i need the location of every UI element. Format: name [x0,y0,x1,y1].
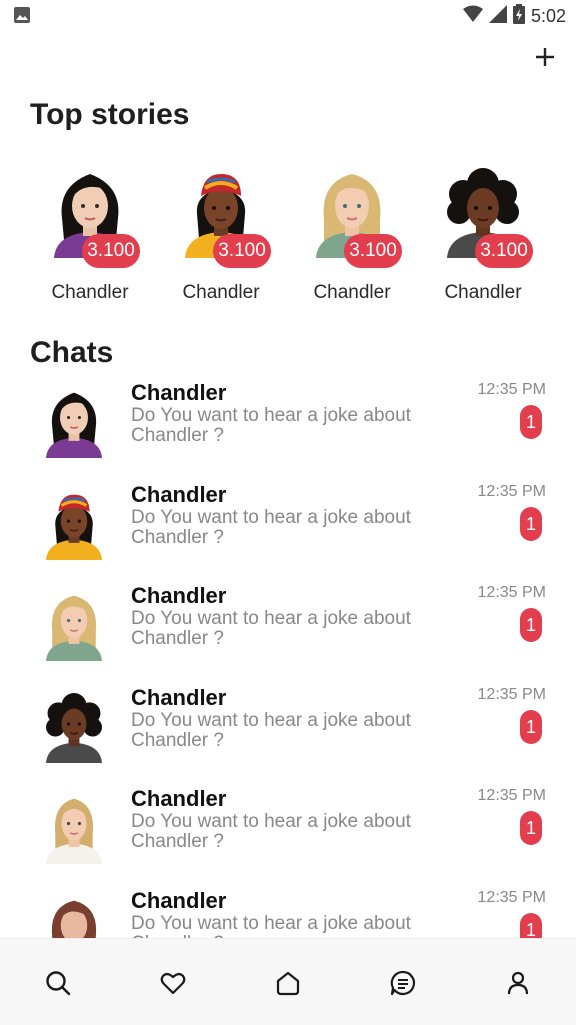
chat-message: Do You want to hear a joke about Chandle… [131,405,411,446]
story-count-badge: 3.100 [213,234,271,268]
wifi-icon [462,5,483,28]
avatar-dark-hair-purple-top [46,392,102,458]
profile-icon [507,971,529,995]
story-item[interactable]: 3.100 Chandler [292,166,412,312]
avatar-blonde-white-top [46,798,102,864]
chat-message: Do You want to hear a joke about Chandle… [131,913,411,941]
add-button[interactable] [530,42,560,72]
story-name: Chandler [444,282,522,303]
chat-name: Chandler [131,482,227,507]
chat-item[interactable]: Chandler Do You want to hear a joke abou… [0,784,576,886]
nav-chats-button[interactable] [383,963,423,1003]
chat-name: Chandler [131,380,227,405]
unread-badge: 1 [520,710,542,744]
story-count-badge: 3.100 [475,234,533,268]
chat-name: Chandler [131,685,227,710]
heart-icon [160,972,186,995]
unread-badge: 1 [520,405,542,439]
top-stories-title: Top stories [30,98,190,131]
story-count-badge: 3.100 [82,234,140,268]
avatar-headwrap-yellow-top [46,494,102,560]
chat-message: Do You want to hear a joke about Chandle… [131,811,411,852]
story-item[interactable]: 3.100 Chandler [161,166,281,312]
chat-name: Chandler [131,888,227,913]
status-bar: 5:02 [0,0,576,30]
chat-time: 12:35 PM [477,483,546,500]
story-item[interactable]: 3.100 Chandler [30,166,150,312]
avatar-curly-hair-grey-top [46,693,102,763]
unread-badge: 1 [520,811,542,845]
nav-home-button[interactable] [268,963,308,1003]
chat-item[interactable]: Chandler Do You want to hear a joke abou… [0,886,576,940]
nav-favorites-button[interactable] [153,963,193,1003]
story-item[interactable]: 3.100 Chandler [423,166,543,312]
home-icon [276,971,300,996]
search-icon [46,971,71,996]
plus-icon [536,48,554,66]
story-name: Chandler [313,282,391,303]
unread-badge: 1 [520,913,542,940]
chat-item[interactable]: Chandler Do You want to hear a joke abou… [0,683,576,785]
chat-item[interactable]: Chandler Do You want to hear a joke abou… [0,581,576,683]
chat-time: 12:35 PM [477,889,546,906]
chat-message: Do You want to hear a joke about Chandle… [131,507,411,548]
chat-time: 12:35 PM [477,584,546,601]
story-name: Chandler [182,282,260,303]
nav-profile-button[interactable] [498,963,538,1003]
chat-item[interactable]: Chandler Do You want to hear a joke abou… [0,378,576,480]
bottom-nav [0,938,576,1025]
chat-icon [390,970,416,996]
unread-badge: 1 [520,507,542,541]
stories-row[interactable]: 3.100 Chandler 3.100 Chandler 3.100 Chan… [0,166,576,316]
chat-name: Chandler [131,583,227,608]
image-notification-icon [14,7,30,28]
avatar-auburn-hair [51,900,97,940]
unread-badge: 1 [520,608,542,642]
chat-time: 12:35 PM [477,787,546,804]
chat-item[interactable]: Chandler Do You want to hear a joke abou… [0,480,576,582]
avatar-blonde-green-top [46,595,102,661]
chat-name: Chandler [131,786,227,811]
chats-title: Chats [30,336,114,369]
chat-list[interactable]: Chandler Do You want to hear a joke abou… [0,378,576,940]
story-count-badge: 3.100 [344,234,402,268]
story-name: Chandler [51,282,129,303]
chat-message: Do You want to hear a joke about Chandle… [131,710,411,751]
chat-message: Do You want to hear a joke about Chandle… [131,608,411,649]
chat-time: 12:35 PM [477,381,546,398]
status-time: 5:02 [530,6,566,26]
signal-icon [488,5,507,28]
nav-search-button[interactable] [38,963,78,1003]
battery-charging-icon [512,4,525,29]
chat-time: 12:35 PM [477,686,546,703]
